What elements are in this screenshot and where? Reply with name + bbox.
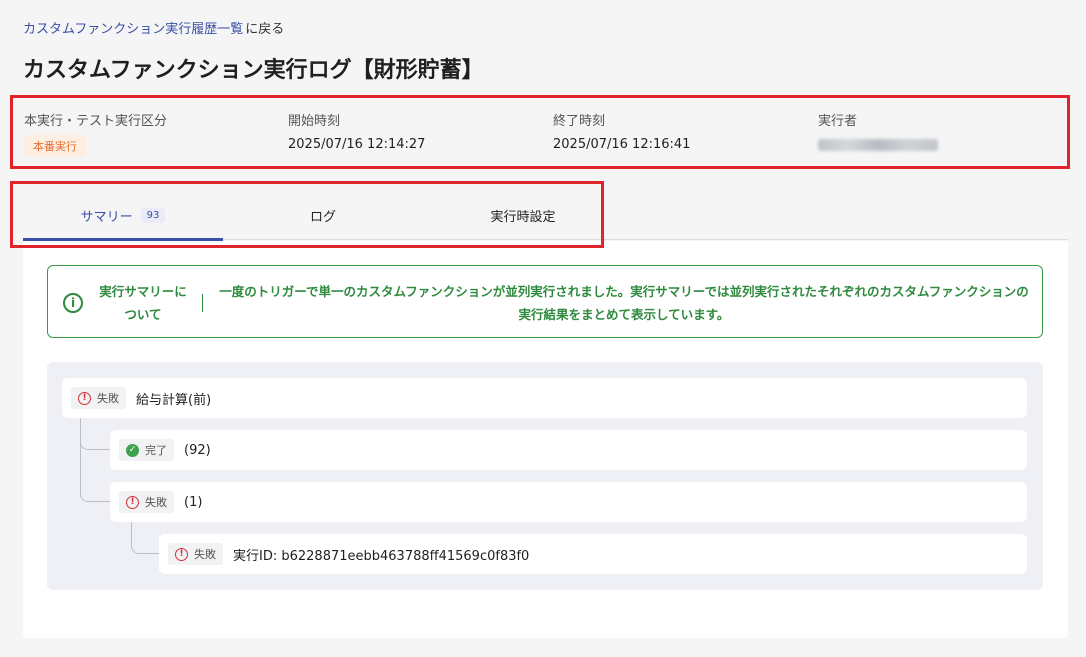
status-badge: ! 失敗 [119,491,174,513]
info-icon: i [63,293,83,313]
start-value: 2025/07/16 12:14:27 [288,137,426,152]
tab-runtime-settings-label: 実行時設定 [490,209,556,225]
tree-row-execution-id[interactable]: ! 失敗 実行ID: b6228871eebb463788ff41569c0f83… [159,534,1027,574]
info-divider [202,294,203,312]
page: カスタムファンクション実行履歴一覧 に戻る カスタムファンクション実行ログ【財形貯… [0,0,1086,657]
meta-summary: 本実行・テスト実行区分 本番実行 開始時刻 2025/07/16 12:14:2… [10,95,1070,169]
tab-summary-label: サマリー [80,209,133,225]
error-icon: ! [175,547,188,561]
check-icon: ✓ [126,443,139,457]
error-icon: ! [126,495,139,509]
meta-executor: 実行者 [818,110,938,155]
run-type-badge: 本番実行 [24,135,86,157]
error-icon: ! [78,391,91,405]
end-label: 終了時刻 [553,114,606,129]
tree-connector [131,522,159,554]
tab-bar: サマリー 93 ログ 実行時設定 [23,190,1068,241]
meta-end: 終了時刻 2025/07/16 12:16:41 [553,110,690,152]
tab-summary[interactable]: サマリー 93 [23,190,223,241]
executor-value-redacted [818,139,938,151]
back-link[interactable]: カスタムファンクション実行履歴一覧 [23,22,243,37]
tab-log-label: ログ [309,209,336,225]
row-label: 給与計算(前) [136,392,212,408]
end-value: 2025/07/16 12:16:41 [553,137,691,152]
row-label: (1) [184,494,203,510]
info-text: 一度のトリガーで単一のカスタムファンクションが並列実行されました。実行サマリーで… [219,284,1029,322]
info-title: 実行サマリーについて [99,284,187,322]
tree-row-complete[interactable]: ✓ 完了 (92) [110,430,1027,470]
status-badge: ! 失敗 [71,387,126,409]
row-label: (92) [184,442,211,458]
info-banner: i 実行サマリーについて 一度のトリガーで単一のカスタムファンクションが並列実行… [47,265,1043,338]
execution-tree: ! 失敗 給与計算(前) ✓ 完了 (92) ! 失敗 (1) ! 失敗 実行ID: b… [47,362,1043,590]
breadcrumb: カスタムファンクション実行履歴一覧 に戻る [23,18,284,37]
meta-start: 開始時刻 2025/07/16 12:14:27 [288,110,425,152]
status-badge: ! 失敗 [168,543,223,565]
summary-panel: i 実行サマリーについて 一度のトリガーで単一のカスタムファンクションが並列実行… [23,241,1068,638]
status-badge: ✓ 完了 [119,439,174,461]
tree-row-failed[interactable]: ! 失敗 (1) [110,482,1027,522]
row-label: 実行ID: b6228871eebb463788ff41569c0f83f0 [233,548,530,564]
tab-runtime-settings[interactable]: 実行時設定 [423,190,623,240]
tree-connector [80,422,110,502]
start-label: 開始時刻 [288,114,341,129]
run-type-label: 本実行・テスト実行区分 [24,114,168,129]
meta-run-type: 本実行・テスト実行区分 本番実行 [24,110,167,157]
tab-log[interactable]: ログ [223,190,423,240]
page-title: カスタムファンクション実行ログ【財形貯蓄】 [23,58,484,83]
executor-label: 実行者 [818,114,858,129]
back-suffix: に戻る [245,22,285,37]
tab-summary-count: 93 [140,207,166,223]
tree-row-root[interactable]: ! 失敗 給与計算(前) [62,378,1027,418]
